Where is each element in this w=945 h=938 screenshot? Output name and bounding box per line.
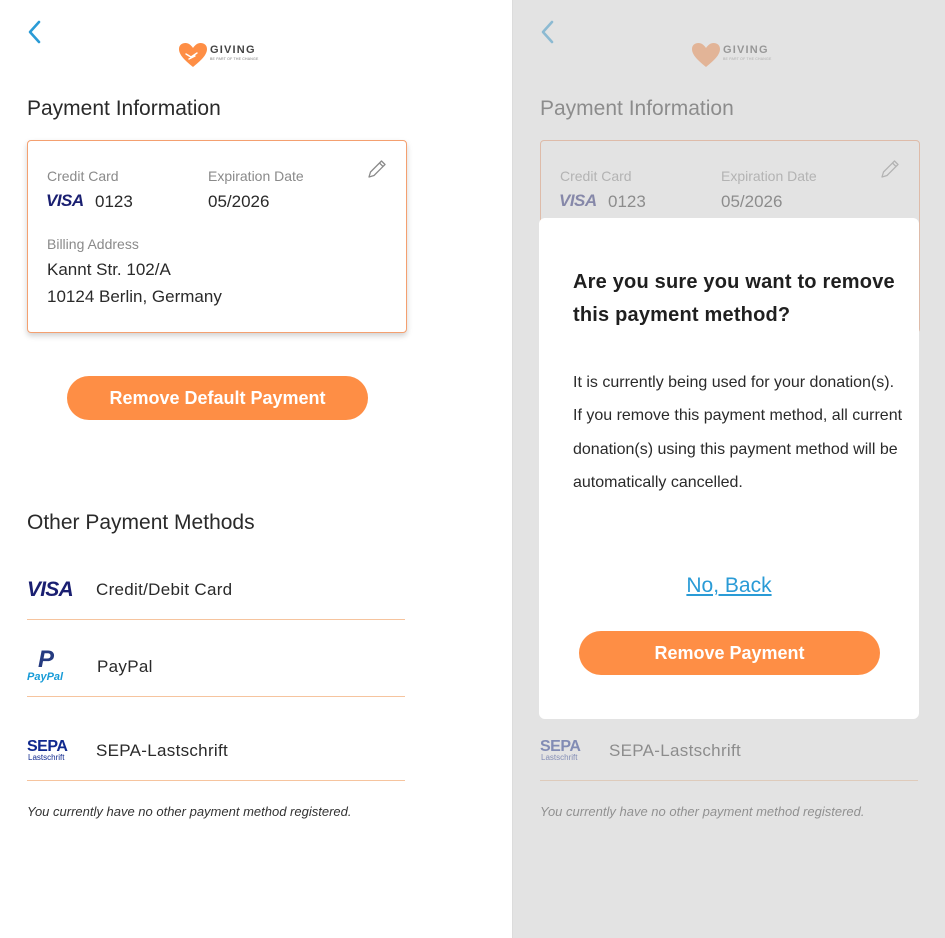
brand-tagline: BE PART OF THE CHANGE [210, 57, 259, 61]
back-chevron-icon[interactable] [26, 18, 46, 46]
dialog-body-line-1: It is currently being used for your dona… [573, 374, 895, 391]
paypal-logo-icon: P PayPal [27, 646, 64, 683]
default-payment-card[interactable]: Credit Card VISA 0123 Expiration Date 05… [27, 140, 407, 333]
dialog-body-line-2: If you remove this payment method, all c… [573, 407, 903, 491]
method-label-sepa: SEPA-Lastschrift [96, 741, 229, 760]
giving-logo: GIVING BE PART OF THE CHANGE [178, 40, 268, 70]
billing-label: Billing Address [47, 236, 139, 252]
visa-logo-icon: VISA [46, 191, 84, 210]
sepa-logo-icon: SEPA Lastschrift [27, 738, 68, 762]
card-type-label: Credit Card [47, 168, 119, 184]
address-line-1: Kannt Str. 102/A [47, 260, 171, 279]
remove-payment-dialog: Are you sure you want to remove this pay… [539, 218, 919, 719]
brand-name: GIVING [210, 44, 256, 56]
payment-screen-with-modal: GIVING BE PART OF THE CHANGE Payment Inf… [513, 0, 945, 938]
address-line-2: 10124 Berlin, Germany [47, 287, 222, 306]
remove-default-payment-button[interactable]: Remove Default Payment [67, 376, 368, 420]
method-row-card[interactable]: VISA Credit/Debit Card [27, 559, 405, 620]
page-title: Payment Information [27, 97, 221, 120]
heart-hands-logo-icon [179, 43, 207, 67]
dialog-body: It is currently being used for your dona… [573, 366, 903, 499]
pencil-edit-icon[interactable] [366, 158, 388, 180]
remove-payment-button[interactable]: Remove Payment [579, 631, 880, 675]
expiry-label: Expiration Date [208, 168, 304, 184]
payment-screen: GIVING BE PART OF THE CHANGE Payment Inf… [0, 0, 512, 938]
no-methods-note: You currently have no other payment meth… [27, 804, 352, 819]
expiry-value: 05/2026 [208, 192, 270, 211]
card-last4: 0123 [95, 192, 133, 211]
method-label-paypal: PayPal [97, 657, 153, 676]
no-back-link[interactable]: No, Back [539, 574, 919, 598]
method-label-card: Credit/Debit Card [96, 580, 233, 599]
method-row-paypal[interactable]: P PayPal PayPal [27, 636, 405, 697]
dialog-title: Are you sure you want to remove this pay… [573, 271, 895, 326]
visa-logo-icon: VISA [27, 578, 74, 601]
other-methods-title: Other Payment Methods [27, 511, 255, 534]
method-row-sepa[interactable]: SEPA Lastschrift SEPA-Lastschrift [27, 720, 405, 781]
